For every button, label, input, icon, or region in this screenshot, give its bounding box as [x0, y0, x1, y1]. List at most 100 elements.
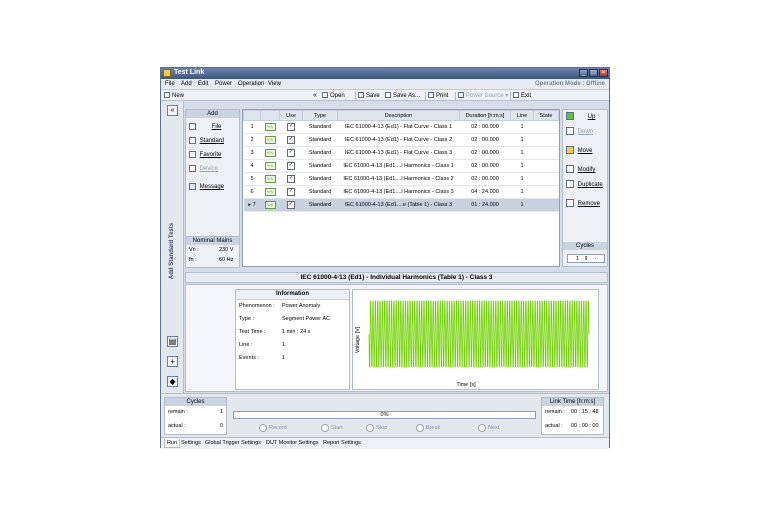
menu-file[interactable]: File: [165, 81, 175, 87]
tab-run[interactable]: Run: [164, 439, 181, 448]
cycles-status-header: Cycles: [165, 398, 226, 406]
cycles-header: Cycles: [563, 242, 607, 250]
col-description[interactable]: Description: [337, 110, 460, 121]
new-button[interactable]: New: [164, 92, 184, 100]
use-checkbox[interactable]: ✓: [287, 175, 295, 183]
row-type: Standard: [302, 120, 338, 134]
info-key: Phenomenon :: [239, 303, 275, 309]
menu-power[interactable]: Power: [215, 81, 232, 87]
duplicate-button[interactable]: Duplicate: [566, 180, 606, 191]
save-button[interactable]: Save: [358, 92, 380, 100]
row-type: Standard: [302, 185, 338, 199]
start-icon: [321, 423, 329, 432]
use-checkbox[interactable]: ✓: [287, 162, 295, 170]
use-checkbox[interactable]: ✓: [287, 201, 295, 209]
row-description: IEC 61000-4-13 (Ed1) - Flat Curve - Clas…: [337, 133, 460, 147]
menu-edit[interactable]: Edit: [198, 81, 208, 87]
use-checkbox[interactable]: ✓: [287, 149, 295, 157]
row-duration: 02 : 00.000: [459, 133, 511, 147]
tab-settings[interactable]: Settings: [179, 439, 203, 447]
tab-global-trigger-settings[interactable]: Global Trigger Settings: [203, 439, 263, 447]
minimize-button[interactable]: _: [579, 69, 588, 77]
power-source-button[interactable]: Power Source ▾: [458, 92, 508, 100]
col-icon[interactable]: [260, 110, 280, 121]
row-type: Standard: [302, 133, 338, 147]
table-row[interactable]: 5 ∿∿ ✓ Standard IEC 61000-4-13 (Ed1....l…: [243, 172, 559, 186]
print-button[interactable]: Print: [428, 92, 448, 100]
add-favorite-button[interactable]: Favorite: [189, 150, 237, 160]
add-test-icon[interactable]: +: [167, 356, 178, 367]
row-line: 1: [510, 120, 534, 134]
ellipsis-button[interactable]: ···: [593, 255, 599, 263]
col-state[interactable]: State: [533, 110, 559, 121]
col-use[interactable]: Use: [279, 110, 303, 121]
maximize-button[interactable]: □: [589, 69, 598, 77]
menu-view[interactable]: View: [268, 81, 281, 87]
row-line: 1: [510, 133, 534, 147]
add-standard-button[interactable]: Standard: [189, 136, 237, 146]
start-button[interactable]: Start: [321, 423, 343, 433]
save-as-icon: [385, 92, 391, 99]
use-checkbox[interactable]: ✓: [287, 123, 295, 131]
row-description: IEC 61000-4-13 (Ed1) - Flat Curve - Clas…: [337, 120, 460, 134]
table-row[interactable]: 2 ∿∿ ✓ Standard IEC 61000-4-13 (Ed1) - F…: [243, 133, 559, 147]
cycles-spinner[interactable]: 1 ⇕ ···: [567, 254, 605, 263]
table-row[interactable]: 1 ∿∿ ✓ Standard IEC 61000-4-13 (Ed1) - F…: [243, 120, 559, 134]
close-button[interactable]: ×: [599, 69, 608, 77]
app-icon: [163, 69, 171, 77]
spinner-arrows-icon[interactable]: ⇕: [584, 255, 589, 263]
collapse-arrow-icon[interactable]: «: [167, 105, 178, 116]
record-button[interactable]: Record: [259, 423, 287, 433]
table-row[interactable]: 6 ∿∿ ✓ Standard IEC 61000-4-13 (Ed1....l…: [243, 185, 559, 199]
menu-add[interactable]: Add: [181, 81, 192, 87]
row-state: [533, 133, 559, 147]
menu-operation[interactable]: Operation: [238, 81, 264, 87]
remain-label: remain :: [168, 409, 188, 415]
row-duration: 02 : 00.000: [459, 120, 511, 134]
stop-button[interactable]: Stop: [366, 423, 387, 433]
nav-arrow-icon[interactable]: «: [313, 92, 317, 100]
detail-panel: Information Phenomenon : Power Anomaly Ty…: [185, 284, 608, 392]
open-button[interactable]: Open: [322, 92, 345, 100]
tab-report-settings[interactable]: Report Settings: [321, 439, 363, 447]
table-row[interactable]: 3 ∿∿ ✓ Standard IEC 61000-4-13 (Ed1) - F…: [243, 146, 559, 160]
remain-value: 1: [220, 409, 224, 415]
layers-icon[interactable]: ◆: [167, 376, 178, 387]
test-table: Use Type Description Duration [h:m:s] Li…: [242, 109, 560, 267]
add-file-button[interactable]: File: [189, 122, 237, 132]
col-num[interactable]: [243, 110, 261, 121]
up-button[interactable]: Up: [566, 112, 606, 123]
cycles-status-panel: Cycles remain : 1 actual : 0: [164, 397, 227, 435]
actual-label: actual :: [168, 423, 186, 429]
row-duration: 04 : 24.000: [459, 185, 511, 199]
col-type[interactable]: Type: [302, 110, 338, 121]
title-bar[interactable]: Test Link _ □ ×: [161, 68, 609, 79]
tab-dut-monitor-settings[interactable]: DUT Monitor Settings: [264, 439, 320, 447]
break-button[interactable]: Break: [416, 423, 440, 433]
exit-button[interactable]: Exit: [513, 92, 531, 100]
standard-icon: [189, 136, 196, 144]
down-button[interactable]: Down: [566, 127, 606, 138]
remove-button[interactable]: Remove: [566, 199, 606, 210]
save-as-button[interactable]: Save As...: [385, 92, 420, 100]
modify-button[interactable]: Modify: [566, 165, 606, 176]
main-window: Test Link _ □ × File Add Edit Power Oper…: [160, 67, 610, 449]
row-line: 1: [510, 198, 534, 212]
add-message-button[interactable]: Message: [189, 182, 237, 192]
row-type: Standard: [302, 146, 338, 160]
info-value: 1: [282, 355, 286, 361]
row-line: 1: [510, 146, 534, 160]
use-checkbox[interactable]: ✓: [287, 188, 295, 196]
col-duration[interactable]: Duration [h:m:s]: [459, 110, 511, 121]
move-button[interactable]: Move: [566, 146, 606, 157]
col-line[interactable]: Line: [510, 110, 534, 121]
table-row-selected[interactable]: ▸ 7 ∿∿ ✓ Standard IEC 61000-4-13 (Ed1...…: [243, 198, 559, 212]
table-row[interactable]: 4 ∿∿ ✓ Standard IEC 61000-4-13 (Ed1....l…: [243, 159, 559, 173]
add-device-button[interactable]: Device: [189, 164, 237, 174]
test-list-icon[interactable]: ▤: [167, 336, 178, 347]
info-value: Segment Power AC: [282, 316, 330, 322]
next-button[interactable]: Next: [478, 423, 499, 433]
use-checkbox[interactable]: ✓: [287, 136, 295, 144]
add-standard-tests-label: Add Standard Tests: [169, 222, 175, 280]
actual-value: 0: [220, 423, 224, 429]
